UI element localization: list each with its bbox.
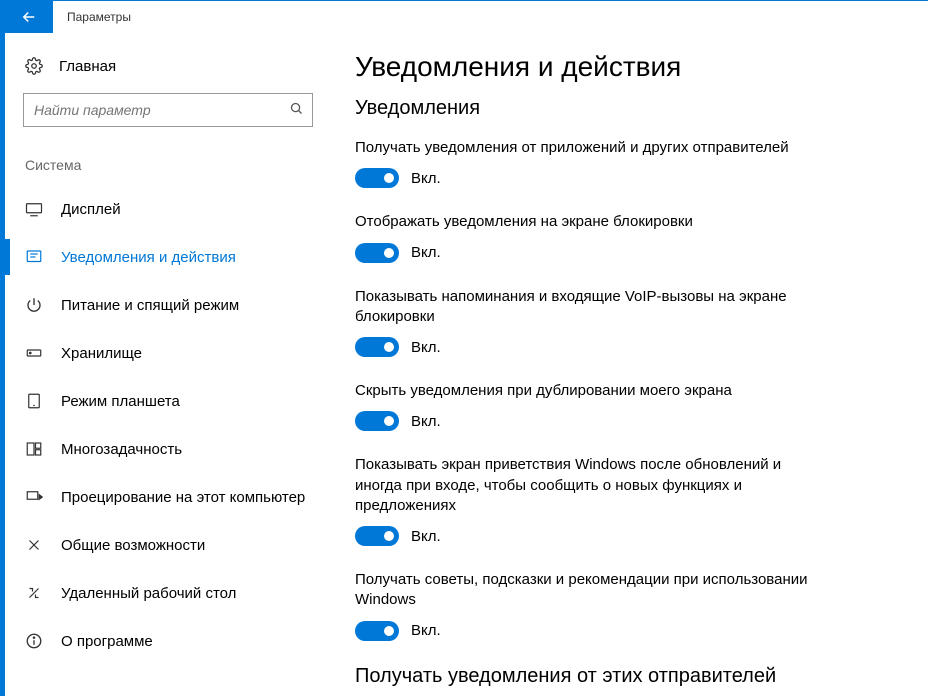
toggle-switch[interactable]	[355, 411, 399, 431]
sidebar-item-label: Проецирование на этот компьютер	[61, 489, 305, 506]
toggle-state: Вкл.	[411, 339, 441, 356]
setting-item: Показывать экран приветствия Windows пос…	[355, 455, 815, 546]
monitor-icon	[25, 200, 43, 218]
sidebar-item-label: Дисплей	[61, 201, 121, 218]
notification-icon	[25, 248, 43, 266]
titlebar: Параметры	[5, 1, 928, 33]
sidebar-item-shared[interactable]: Общие возможности	[23, 521, 325, 569]
multitask-icon	[25, 440, 43, 458]
toggle-switch[interactable]	[355, 168, 399, 188]
info-icon	[25, 632, 43, 650]
sidebar: Главная Система Дисплей Уведомления и де…	[5, 33, 325, 696]
sidebar-item-label: Многозадачность	[61, 441, 182, 458]
main-panel: Уведомления и действия Уведомления Получ…	[325, 33, 928, 696]
toggle-state: Вкл.	[411, 622, 441, 639]
toggle-state: Вкл.	[411, 244, 441, 261]
sidebar-item-multitask[interactable]: Многозадачность	[23, 425, 325, 473]
search-icon	[289, 101, 304, 119]
toggle-switch[interactable]	[355, 243, 399, 263]
window-title: Параметры	[53, 1, 131, 33]
search-box[interactable]	[23, 93, 313, 127]
setting-label: Показывать напоминания и входящие VoIP-в…	[355, 287, 815, 328]
sidebar-item-label: Уведомления и действия	[61, 249, 236, 266]
sidebar-item-label: Удаленный рабочий стол	[61, 585, 236, 602]
sidebar-home-label: Главная	[59, 58, 116, 75]
gear-icon	[25, 57, 43, 75]
page-title: Уведомления и действия	[355, 51, 888, 83]
sidebar-item-tablet[interactable]: Режим планшета	[23, 377, 325, 425]
sidebar-item-display[interactable]: Дисплей	[23, 185, 325, 233]
setting-label: Показывать экран приветствия Windows пос…	[355, 455, 815, 516]
sidebar-item-about[interactable]: О программе	[23, 617, 325, 665]
toggle-state: Вкл.	[411, 170, 441, 187]
sidebar-item-projecting[interactable]: Проецирование на этот компьютер	[23, 473, 325, 521]
toggle-switch[interactable]	[355, 526, 399, 546]
setting-item: Показывать напоминания и входящие VoIP-в…	[355, 287, 815, 358]
setting-item: Отображать уведомления на экране блокиро…	[355, 212, 815, 262]
storage-icon	[25, 344, 43, 362]
toggle-state: Вкл.	[411, 528, 441, 545]
back-button[interactable]	[5, 1, 53, 33]
sidebar-item-label: Питание и спящий режим	[61, 297, 239, 314]
toggle-state: Вкл.	[411, 413, 441, 430]
power-icon	[25, 296, 43, 314]
setting-item: Получать уведомления от приложений и дру…	[355, 138, 815, 188]
sidebar-item-label: О программе	[61, 633, 153, 650]
sidebar-item-remote[interactable]: Удаленный рабочий стол	[23, 569, 325, 617]
sidebar-home[interactable]: Главная	[23, 51, 325, 93]
sidebar-item-label: Режим планшета	[61, 393, 180, 410]
setting-item: Скрыть уведомления при дублировании моег…	[355, 381, 815, 431]
sidebar-item-label: Хранилище	[61, 345, 142, 362]
sidebar-item-notifications[interactable]: Уведомления и действия	[23, 233, 325, 281]
search-input[interactable]	[34, 102, 289, 118]
sidebar-item-label: Общие возможности	[61, 537, 205, 554]
setting-label: Получать уведомления от приложений и дру…	[355, 138, 815, 158]
arrow-left-icon	[20, 8, 38, 26]
setting-item: Получать советы, подсказки и рекомендаци…	[355, 570, 815, 641]
sidebar-item-storage[interactable]: Хранилище	[23, 329, 325, 377]
project-icon	[25, 488, 43, 506]
sidebar-section-title: Система	[23, 157, 325, 173]
setting-label: Отображать уведомления на экране блокиро…	[355, 212, 815, 232]
shared-icon	[25, 536, 43, 554]
footer-title: Получать уведомления от этих отправителе…	[355, 665, 888, 688]
setting-label: Получать советы, подсказки и рекомендаци…	[355, 570, 815, 611]
remote-icon	[25, 584, 43, 602]
setting-label: Скрыть уведомления при дублировании моег…	[355, 381, 815, 401]
sidebar-item-power[interactable]: Питание и спящий режим	[23, 281, 325, 329]
sub-title: Уведомления	[355, 97, 888, 120]
toggle-switch[interactable]	[355, 621, 399, 641]
tablet-icon	[25, 392, 43, 410]
toggle-switch[interactable]	[355, 337, 399, 357]
